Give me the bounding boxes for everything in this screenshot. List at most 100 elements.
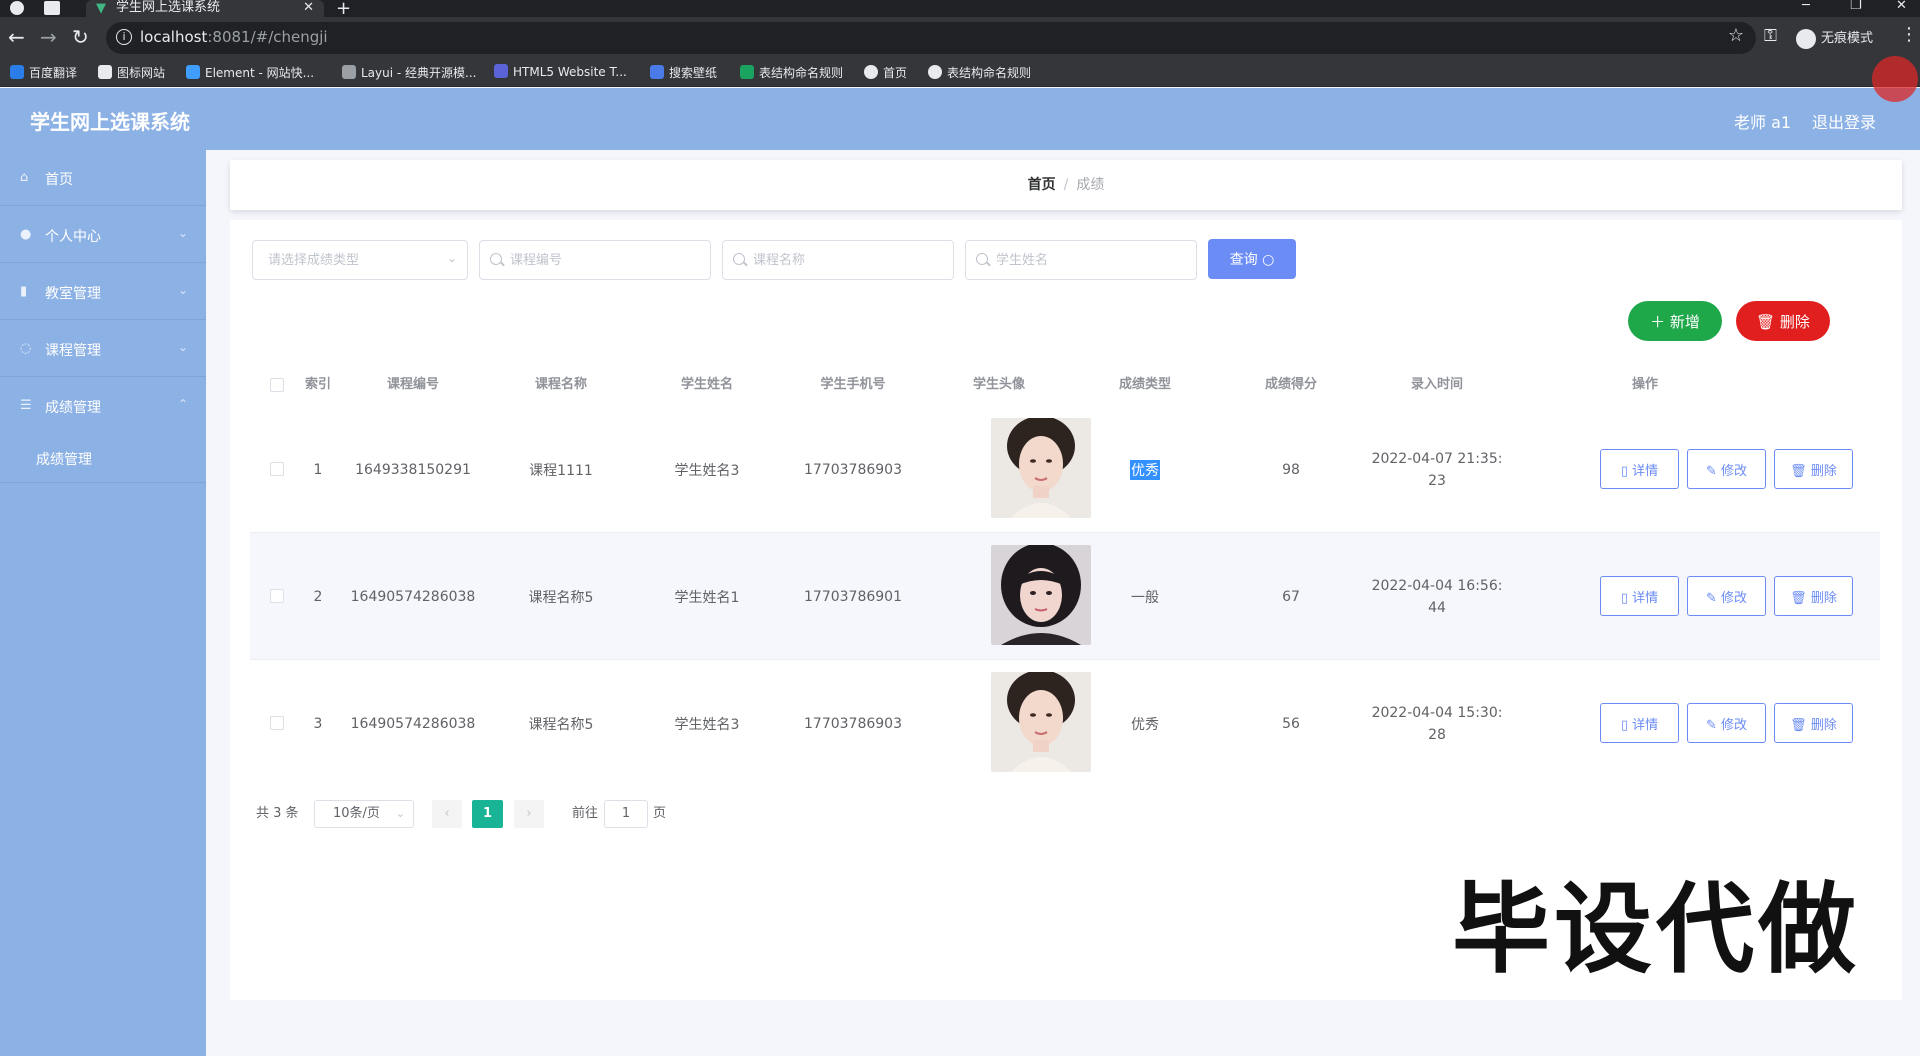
list-icon: ☰: [20, 398, 32, 413]
browser-menu-icon[interactable]: ⋮: [1900, 24, 1918, 45]
grade-type-input[interactable]: [253, 241, 467, 279]
app-title: 学生网上选课系统: [30, 110, 190, 134]
cell-score: 56: [1282, 715, 1300, 732]
goto-page-input[interactable]: 1: [604, 800, 648, 828]
delete-button[interactable]: 🗑 删除: [1774, 449, 1853, 489]
row-checkbox[interactable]: [270, 716, 284, 730]
user-label: 老师 a1: [1734, 113, 1792, 132]
breadcrumb-home[interactable]: 首页: [1028, 177, 1056, 193]
back-icon[interactable]: ←: [8, 25, 25, 49]
maximize-icon[interactable]: ❐: [1850, 0, 1862, 13]
chevron-up-icon: ⌃: [177, 397, 188, 411]
student-name-field[interactable]: [965, 240, 1197, 280]
logout-link[interactable]: 退出登录: [1812, 109, 1876, 133]
next-page-button[interactable]: ›: [514, 800, 544, 828]
add-button[interactable]: ＋ 新增: [1628, 301, 1722, 341]
bookmark-item[interactable]: Element - 网站快...: [186, 64, 314, 81]
layui-icon: [342, 65, 356, 79]
sidebar-item-home[interactable]: ⌂ 首页: [0, 150, 206, 206]
detail-button[interactable]: ▯ 详情: [1600, 449, 1679, 489]
sidebar-item-label: 成绩管理: [45, 400, 101, 416]
student-name-input[interactable]: [966, 241, 1196, 279]
url-field[interactable]: i localhost:8081/#/chengji ☆: [106, 22, 1756, 54]
browser-tab[interactable]: ▼ 学生网上选课系统 ✕: [86, 0, 324, 17]
browser-tab-bar: ▼ 学生网上选课系统 ✕ + ─ ❐ ✕: [0, 0, 1920, 19]
edit-button[interactable]: ✎ 修改: [1687, 576, 1766, 616]
grade-type-text: 优秀: [1130, 459, 1160, 480]
app-header: 学生网上选课系统 老师 a1 退出登录: [0, 88, 1920, 150]
address-bar: ← → ↻ i localhost:8081/#/chengji ☆ ⚿ 无痕模…: [0, 17, 1920, 59]
grade-type-select[interactable]: ⌄: [252, 240, 468, 280]
key-icon[interactable]: ⚿: [1764, 26, 1777, 46]
window-icon: [44, 1, 60, 15]
bookmark-item[interactable]: 图标网站: [98, 64, 165, 81]
cell-phone: 17703786901: [804, 588, 902, 605]
course-no-input[interactable]: [480, 241, 710, 279]
sidebar-item-grades[interactable]: ☰ 成绩管理 ⌃: [0, 378, 206, 434]
globe-icon: [864, 65, 878, 79]
row-checkbox[interactable]: [270, 462, 284, 476]
tab-close-icon[interactable]: ✕: [303, 0, 314, 16]
wallpaper-icon: [650, 65, 664, 79]
site-info-icon[interactable]: i: [116, 29, 132, 45]
row-checkbox[interactable]: [270, 589, 284, 603]
course-icon: ◌: [20, 341, 32, 356]
cell-time: 2022-04-07 21:35: 23: [1371, 450, 1503, 489]
chevron-down-icon: ⌄: [177, 226, 188, 240]
pagination-total: 共 3 条: [256, 806, 299, 821]
minimize-icon[interactable]: ─: [1802, 0, 1810, 13]
sidebar-subitem-label: 成绩管理: [36, 452, 92, 468]
detail-button[interactable]: ▯ 详情: [1600, 703, 1679, 743]
delete-button[interactable]: 🗑 删除: [1774, 703, 1853, 743]
course-name-input[interactable]: [723, 241, 953, 279]
url-text: localhost:8081/#/chengji: [140, 28, 328, 46]
bookmark-star-icon[interactable]: ☆: [1728, 25, 1744, 46]
table-row: 3 16490574286038 课程名称5 学生姓名3 17703786903…: [250, 660, 1880, 787]
forward-icon[interactable]: →: [40, 25, 57, 49]
bookmark-item[interactable]: Layui - 经典开源模...: [342, 64, 476, 81]
course-name-field[interactable]: [722, 240, 954, 280]
bookmark-item[interactable]: 百度翻译: [10, 64, 77, 81]
delete-button[interactable]: 🗑 删除: [1774, 576, 1853, 616]
translate-icon: [10, 65, 24, 79]
edit-button[interactable]: ✎ 修改: [1687, 703, 1766, 743]
cell-student-name: 学生姓名1: [674, 589, 740, 606]
sidebar-item-label: 教室管理: [45, 286, 101, 302]
sidebar-item-course[interactable]: ◌ 课程管理 ⌄: [0, 321, 206, 377]
col-grade-type: 成绩类型: [1118, 377, 1171, 392]
window-close-icon[interactable]: ✕: [1896, 0, 1907, 13]
sidebar-item-label: 个人中心: [45, 229, 101, 245]
bookmark-item[interactable]: HTML5 Website T...: [494, 64, 627, 79]
incognito-indicator[interactable]: 无痕模式: [1796, 27, 1873, 49]
page-size-select[interactable]: 10条/页 ⌄: [314, 800, 414, 828]
bookmark-item[interactable]: 表结构命名规则: [740, 64, 843, 81]
document-icon: ▯: [1620, 463, 1628, 479]
col-course-no: 课程编号: [386, 377, 439, 392]
trash-icon: 🗑: [1756, 312, 1776, 331]
reload-icon[interactable]: ↻: [72, 25, 89, 49]
page-number-active[interactable]: 1: [472, 800, 503, 828]
element-icon: [186, 65, 200, 79]
incognito-icon: [1796, 28, 1816, 49]
user-icon: ●: [20, 227, 32, 242]
query-button[interactable]: 查询 ○: [1208, 239, 1296, 279]
document-icon: ▯: [1620, 717, 1628, 733]
bookmark-item[interactable]: 首页: [864, 64, 907, 81]
sidebar-item-profile[interactable]: ● 个人中心 ⌄: [0, 207, 206, 263]
select-all-checkbox[interactable]: [270, 378, 284, 392]
cell-course-no: 16490574286038: [350, 588, 476, 605]
bookmark-item[interactable]: 搜索壁纸: [650, 64, 717, 81]
bookmark-item[interactable]: 表结构命名规则: [928, 64, 1031, 81]
trash-icon: 🗑: [1790, 717, 1807, 733]
edit-button[interactable]: ✎ 修改: [1687, 449, 1766, 489]
vue-favicon-icon: ▼: [96, 1, 106, 16]
html5-icon: [494, 64, 508, 78]
batch-delete-button[interactable]: 🗑 删除: [1736, 301, 1830, 341]
prev-page-button[interactable]: ‹: [432, 800, 462, 828]
detail-button[interactable]: ▯ 详情: [1600, 576, 1679, 616]
sidebar-item-classroom[interactable]: ▮ 教室管理 ⌄: [0, 264, 206, 320]
chevron-down-icon: ⌄: [177, 283, 188, 297]
sidebar-subitem-grades[interactable]: 成绩管理: [0, 433, 206, 483]
course-no-field[interactable]: [479, 240, 711, 280]
edit-icon: ✎: [1705, 590, 1717, 606]
